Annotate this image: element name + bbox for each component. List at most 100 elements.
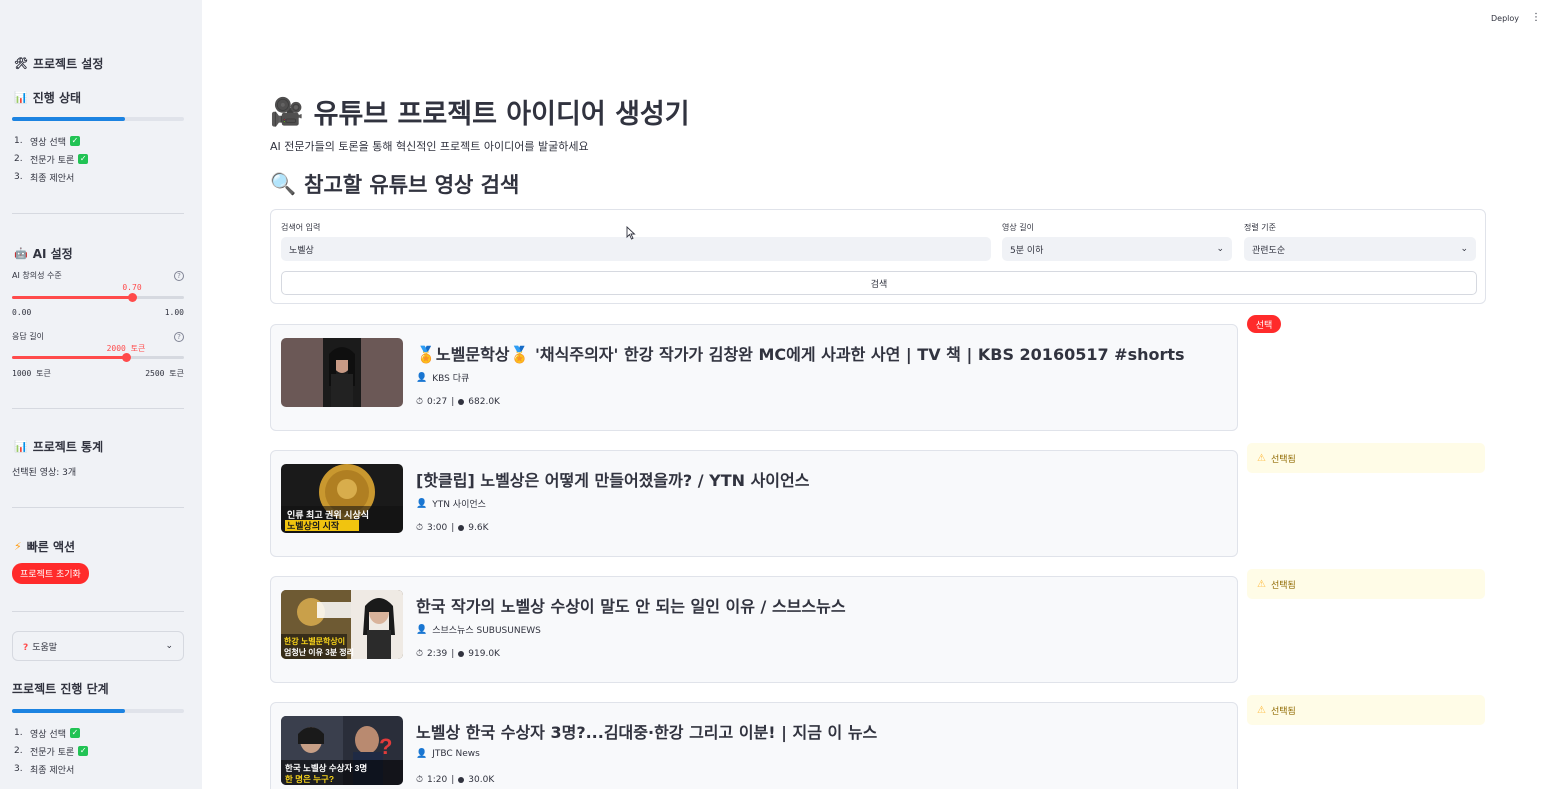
- stats-label: 프로젝트 통계: [32, 440, 104, 454]
- stats-heading: 📊 프로젝트 통계: [14, 438, 103, 455]
- channel-name: YTN 사이언스: [432, 500, 486, 510]
- timer-icon: ⏱: [416, 775, 424, 785]
- video-meta: ⏱ 0:27 | 682.0K: [416, 397, 500, 407]
- step-number: 2.: [14, 746, 23, 756]
- movie-camera-icon: 🎥: [270, 96, 304, 128]
- help-label: 도움말: [32, 642, 58, 653]
- selected-videos-count: 선택된 영상: 3개: [12, 468, 77, 478]
- help-expander[interactable]: ? 도움말 ⌄: [12, 631, 184, 661]
- progress-bar-fill: [12, 117, 125, 121]
- slider-value: 2000 토큰: [106, 344, 146, 353]
- video-thumbnail[interactable]: 인류 최고 권위 시상식 노벨상의 시작: [281, 464, 403, 533]
- search-input[interactable]: 노벨상: [281, 237, 991, 261]
- stages-progress-bar: [12, 709, 184, 713]
- slider-thumb[interactable]: [128, 293, 137, 302]
- stage-item: 3. 최종 제안서: [12, 760, 88, 778]
- step-label: 전문가 토론: [30, 155, 75, 166]
- slider-min: 0.00: [12, 308, 32, 317]
- ai-settings-heading: 🤖 AI 설정: [14, 245, 73, 262]
- meta-separator: |: [451, 523, 455, 533]
- creativity-range: 0.00 1.00: [12, 308, 184, 317]
- video-views: 682.0K: [468, 397, 500, 407]
- help-icon[interactable]: ?: [174, 270, 184, 281]
- step-label: 최종 제안서: [30, 173, 75, 184]
- main-menu-icon[interactable]: ⋮: [1531, 12, 1541, 23]
- selected-status-label: 선택됨: [1270, 706, 1296, 717]
- select-video-button[interactable]: 선택: [1247, 315, 1281, 333]
- video-title[interactable]: 한국 작가의 노벨상 수상이 말도 안 되는 일인 이유 / 스브스뉴스: [416, 593, 846, 617]
- thumbnail-caption: 한 명은 누구?: [285, 774, 334, 784]
- stage-label: 최종 제안서: [30, 765, 75, 776]
- chevron-down-icon: ⌄: [1216, 244, 1224, 254]
- lightning-icon: ⚡: [14, 540, 22, 553]
- stage-item: 2. 전문가 토론 ✓: [12, 742, 89, 760]
- meta-separator: |: [451, 649, 455, 659]
- video-thumbnail[interactable]: 한강 노벨문학상이 엄청난 이유 3분 정리: [281, 590, 403, 659]
- video-duration: 2:39: [427, 649, 448, 659]
- magnifier-icon: 🔍: [270, 171, 297, 196]
- thumbnail-caption: 엄청난 이유 3분 정리: [284, 647, 354, 657]
- length-range: 1000 토큰 2500 토큰: [12, 368, 184, 379]
- slider-value: 0.70: [122, 283, 142, 292]
- robot-icon: 🤖: [14, 247, 28, 260]
- timer-icon: ⏱: [416, 649, 424, 659]
- search-button[interactable]: 검색: [281, 271, 1477, 295]
- length-slider[interactable]: 2000 토큰: [12, 343, 184, 367]
- project-settings-heading: 🛠 프로젝트 설정: [14, 55, 103, 72]
- creativity-label-row: AI 창의성 수준 ?: [12, 270, 184, 281]
- timer-icon: ⏱: [416, 523, 424, 533]
- question-icon: ?: [23, 642, 29, 653]
- video-card: 인류 최고 권위 시상식 노벨상의 시작 [핫클립] 노벨상은 어떻게 만들어졌…: [270, 450, 1238, 557]
- check-icon: ✓: [69, 728, 80, 738]
- views-icon: [458, 651, 465, 657]
- timer-icon: ⏱: [416, 397, 424, 407]
- video-thumbnail[interactable]: [281, 338, 403, 407]
- views-icon: [458, 525, 465, 531]
- person-icon: 👤: [416, 749, 428, 759]
- video-meta: ⏱ 1:20 | 30.0K: [416, 775, 494, 785]
- video-thumbnail[interactable]: ? 한국 노벨상 수상자 3명 한 명은 누구?: [281, 716, 403, 785]
- length-select[interactable]: 5분 이하 ⌄: [1002, 237, 1232, 261]
- main-content: 🎥 유튜브 프로젝트 아이디어 생성기 AI 전문가들의 토론을 통해 혁신적인…: [270, 0, 1486, 789]
- deploy-button[interactable]: Deploy: [1491, 14, 1519, 23]
- selected-status-label: 선택됨: [1270, 580, 1296, 591]
- step-number: 2.: [14, 154, 23, 164]
- page-title: 🎥 유튜브 프로젝트 아이디어 생성기: [270, 92, 690, 131]
- sort-select[interactable]: 관련도순 ⌄: [1244, 237, 1476, 261]
- search-heading: 🔍 참고할 유튜브 영상 검색: [270, 169, 519, 199]
- thumbnail-caption: 인류 최고 권위 시상식: [287, 509, 369, 520]
- creativity-slider[interactable]: 0.70: [12, 283, 184, 307]
- video-title[interactable]: 노벨상 한국 수상자 3명?...김대중·한강 그리고 이분! | 지금 이 뉴…: [416, 719, 877, 743]
- mouse-cursor-icon: [626, 226, 636, 240]
- video-title[interactable]: 🏅노벨문학상🏅 '채식주의자' 한강 작가가 김창완 MC에게 사과한 사연 |…: [416, 341, 1185, 365]
- video-channel: 👤 JTBC News: [416, 749, 480, 759]
- step-number: 3.: [14, 172, 23, 182]
- project-stages-heading: 프로젝트 진행 단계: [12, 680, 109, 697]
- slider-max: 2500 토큰: [145, 369, 184, 378]
- video-meta: ⏱ 2:39 | 919.0K: [416, 649, 500, 659]
- video-title[interactable]: [핫클립] 노벨상은 어떻게 만들어졌을까? / YTN 사이언스: [416, 467, 809, 491]
- video-duration: 0:27: [427, 397, 448, 407]
- check-icon: ✓: [69, 136, 80, 146]
- progress-status-heading: 📊 진행 상태: [14, 89, 81, 106]
- sidebar-divider: [12, 408, 184, 409]
- selected-status-alert: ⚠ 선택됨: [1247, 443, 1485, 473]
- views-icon: [458, 777, 465, 783]
- help-icon[interactable]: ?: [174, 331, 184, 342]
- sort-label: 정렬 기준: [1244, 223, 1276, 232]
- stage-label: 전문가 토론: [30, 747, 75, 758]
- video-views: 9.6K: [468, 523, 489, 533]
- slider-thumb[interactable]: [122, 353, 131, 362]
- check-icon: ✓: [78, 154, 89, 164]
- quick-actions-label: 빠른 액션: [26, 540, 76, 554]
- meta-separator: |: [451, 775, 455, 785]
- step-number: 3.: [14, 764, 23, 774]
- page-title-text: 유튜브 프로젝트 아이디어 생성기: [313, 99, 690, 130]
- video-channel: 👤 KBS 다큐: [416, 371, 469, 385]
- check-icon: ✓: [78, 746, 89, 756]
- quick-actions-heading: ⚡ 빠른 액션: [14, 538, 75, 555]
- progress-steps-list: 1. 영상 선택 ✓ 2. 전문가 토론 ✓ 3. 최종 제안서: [12, 132, 89, 186]
- reset-project-button[interactable]: 프로젝트 초기화: [12, 563, 89, 584]
- thumbnail-caption: 한강 노벨문학상이: [284, 636, 345, 646]
- stages-list: 1. 영상 선택 ✓ 2. 전문가 토론 ✓ 3. 최종 제안서: [12, 724, 89, 778]
